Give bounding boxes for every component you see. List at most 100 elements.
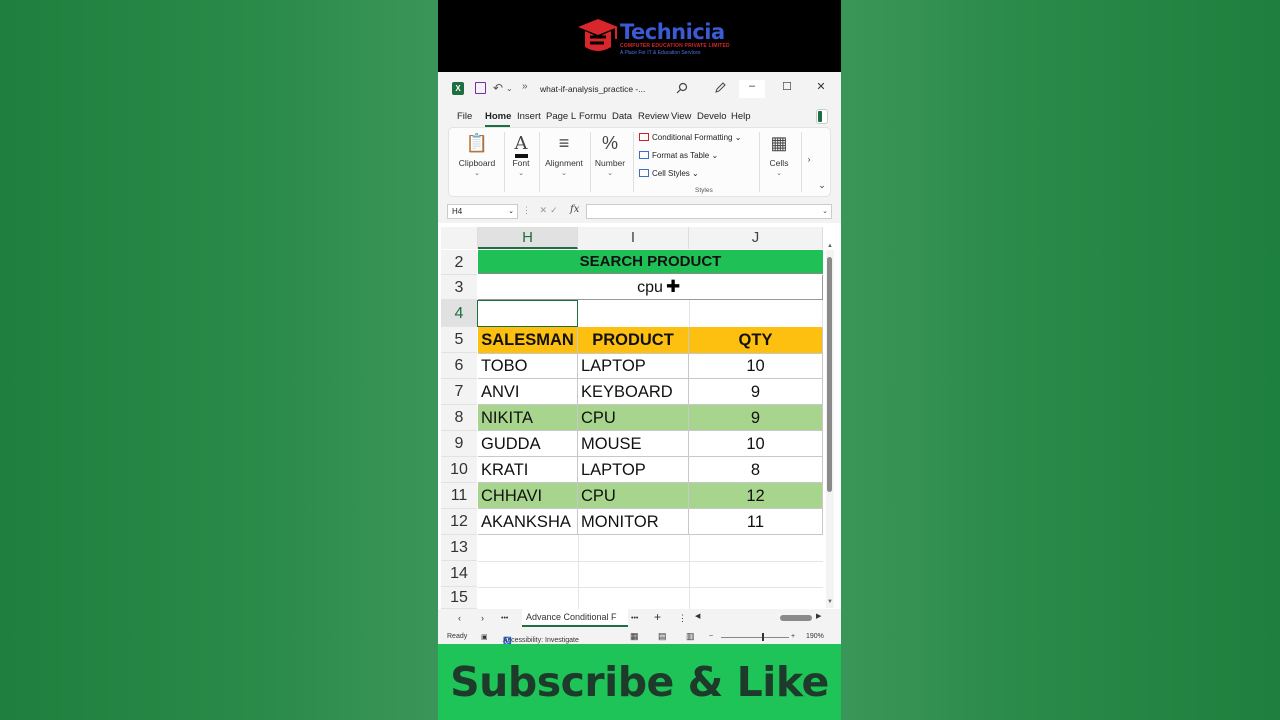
row-header-9[interactable]: 9 xyxy=(441,431,477,457)
row-header-12[interactable]: 12 xyxy=(441,509,477,535)
zoom-slider-thumb[interactable] xyxy=(762,633,764,641)
product-cell[interactable]: CPU xyxy=(578,483,689,509)
row-header-3[interactable]: 3 xyxy=(441,275,477,300)
undo-dropdown-icon[interactable]: ⌄ xyxy=(506,84,513,93)
product-cell[interactable]: LAPTOP xyxy=(578,457,689,483)
sheet-tab-active[interactable]: Advance Conditional F xyxy=(522,609,628,627)
pen-icon[interactable] xyxy=(714,82,726,94)
sheet-more-icon[interactable]: ••• xyxy=(501,615,508,622)
product-cell[interactable]: MONITOR xyxy=(578,509,689,535)
header-qty[interactable]: QTY xyxy=(689,327,823,354)
sheet-overflow-icon[interactable]: ••• xyxy=(631,615,638,622)
conditional-formatting-button[interactable]: Conditional Formatting ⌄ xyxy=(639,133,741,142)
worksheet-grid[interactable]: H I J 2 3 4 5 6 7 8 9 10 11 12 13 14 15 SEARCH PRODUC… xyxy=(438,223,841,609)
alignment-group[interactable]: ≡ Alignment ⌄ xyxy=(542,130,586,177)
active-cell-h4[interactable] xyxy=(477,300,578,327)
salesman-cell[interactable]: NIKITA xyxy=(478,405,578,431)
search-icon[interactable] xyxy=(676,82,688,94)
cancel-icon[interactable]: ✕ xyxy=(540,205,551,215)
row-header-10[interactable]: 10 xyxy=(441,457,477,483)
tab-help[interactable]: Help xyxy=(731,111,751,122)
sheet-options-icon[interactable]: ⋮ xyxy=(678,613,687,624)
horizontal-scrollbar[interactable]: ◀ ▶ xyxy=(695,612,821,622)
column-header-h[interactable]: H xyxy=(478,227,578,249)
font-group[interactable]: A Font ⌄ xyxy=(507,130,535,177)
header-salesman[interactable]: SALESMAN xyxy=(478,327,578,354)
number-group[interactable]: % Number ⌄ xyxy=(592,130,628,177)
editing-mode-icon[interactable] xyxy=(816,109,828,124)
qty-cell[interactable]: 11 xyxy=(689,509,823,535)
vertical-scrollbar[interactable] xyxy=(826,250,834,608)
empty-cells-row-4[interactable] xyxy=(578,300,823,327)
qty-cell[interactable]: 9 xyxy=(689,379,823,405)
sheet-prev-icon[interactable]: ‹ xyxy=(458,613,461,623)
chevron-down-icon[interactable]: ⌄ xyxy=(822,207,828,215)
row-header-4[interactable]: 4 xyxy=(441,300,477,327)
more-options-icon[interactable]: ⋮ xyxy=(522,205,534,215)
clipboard-group[interactable]: 📋 Clipboard ⌄ xyxy=(453,130,501,177)
product-cell[interactable]: CPU xyxy=(578,405,689,431)
scroll-thumb[interactable] xyxy=(780,615,812,621)
normal-view-icon[interactable]: ▦ xyxy=(630,631,639,642)
qty-cell[interactable]: 12 xyxy=(689,483,823,509)
tab-view[interactable]: View xyxy=(671,111,691,122)
row-header-7[interactable]: 7 xyxy=(441,379,477,405)
tab-insert[interactable]: Insert xyxy=(517,111,541,122)
qty-cell[interactable]: 8 xyxy=(689,457,823,483)
salesman-cell[interactable]: ANVI xyxy=(478,379,578,405)
undo-icon[interactable]: ↶ xyxy=(493,81,503,95)
minimize-icon[interactable]: – xyxy=(739,80,765,98)
search-product-title[interactable]: SEARCH PRODUCT xyxy=(478,250,823,274)
zoom-in-icon[interactable]: + xyxy=(791,633,795,640)
tab-file[interactable]: File xyxy=(457,111,472,122)
format-as-table-button[interactable]: Format as Table ⌄ xyxy=(639,151,718,160)
tab-data[interactable]: Data xyxy=(612,111,632,122)
tab-page-layout[interactable]: Page L xyxy=(546,111,576,122)
ribbon-expand-icon[interactable]: ⌄ xyxy=(817,180,827,191)
add-sheet-icon[interactable]: + xyxy=(654,610,661,624)
cell-styles-button[interactable]: Cell Styles ⌄ xyxy=(639,169,699,178)
salesman-cell[interactable]: CHHAVI xyxy=(478,483,578,509)
confirm-icon[interactable]: ✓ xyxy=(550,205,561,215)
product-cell[interactable]: LAPTOP xyxy=(578,353,689,379)
cells-group[interactable]: ▦ Cells ⌄ xyxy=(763,130,795,177)
insert-function-icon[interactable]: fx xyxy=(570,204,579,215)
salesman-cell[interactable]: KRATI xyxy=(478,457,578,483)
scroll-up-icon[interactable]: ▲ xyxy=(826,243,834,249)
row-header-5[interactable]: 5 xyxy=(441,327,477,353)
page-break-view-icon[interactable]: ▥ xyxy=(686,631,695,642)
scroll-down-icon[interactable]: ▼ xyxy=(826,599,834,605)
tab-review[interactable]: Review xyxy=(638,111,669,122)
row-header-11[interactable]: 11 xyxy=(441,483,477,509)
scroll-right-icon[interactable]: ▶ xyxy=(816,612,821,620)
document-title[interactable]: what-if-analysis_practice -... xyxy=(540,84,645,94)
column-header-i[interactable]: I xyxy=(578,227,689,249)
row-header-13[interactable]: 13 xyxy=(441,535,477,561)
tab-developer[interactable]: Develo xyxy=(697,111,727,122)
salesman-cell[interactable]: TOBO xyxy=(478,353,578,379)
tab-formulas[interactable]: Formu xyxy=(579,111,606,122)
row-header-8[interactable]: 8 xyxy=(441,405,477,431)
close-icon[interactable]: ✕ xyxy=(808,80,834,93)
row-header-2[interactable]: 2 xyxy=(441,250,477,275)
name-box[interactable]: H4 ⌄ xyxy=(447,204,518,219)
qty-cell[interactable]: 10 xyxy=(689,431,823,457)
qty-cell[interactable]: 9 xyxy=(689,405,823,431)
save-icon[interactable] xyxy=(475,82,486,94)
header-product[interactable]: PRODUCT xyxy=(578,327,689,354)
scroll-thumb[interactable] xyxy=(827,257,832,492)
sheet-next-icon[interactable]: › xyxy=(481,613,484,623)
zoom-out-icon[interactable]: − xyxy=(709,633,713,640)
tab-home[interactable]: Home xyxy=(485,111,511,122)
product-cell[interactable]: MOUSE xyxy=(578,431,689,457)
scroll-left-icon[interactable]: ◀ xyxy=(695,612,700,620)
macro-record-icon[interactable]: ▣ xyxy=(481,633,488,641)
row-header-14[interactable]: 14 xyxy=(441,561,477,587)
product-cell[interactable]: KEYBOARD xyxy=(578,379,689,405)
zoom-slider[interactable] xyxy=(721,637,789,638)
zoom-level[interactable]: 190% xyxy=(806,633,824,640)
salesman-cell[interactable]: AKANKSHA xyxy=(478,509,578,535)
page-layout-view-icon[interactable]: ▤ xyxy=(658,631,667,642)
row-header-6[interactable]: 6 xyxy=(441,353,477,379)
ribbon-more-icon[interactable]: › xyxy=(804,154,814,164)
